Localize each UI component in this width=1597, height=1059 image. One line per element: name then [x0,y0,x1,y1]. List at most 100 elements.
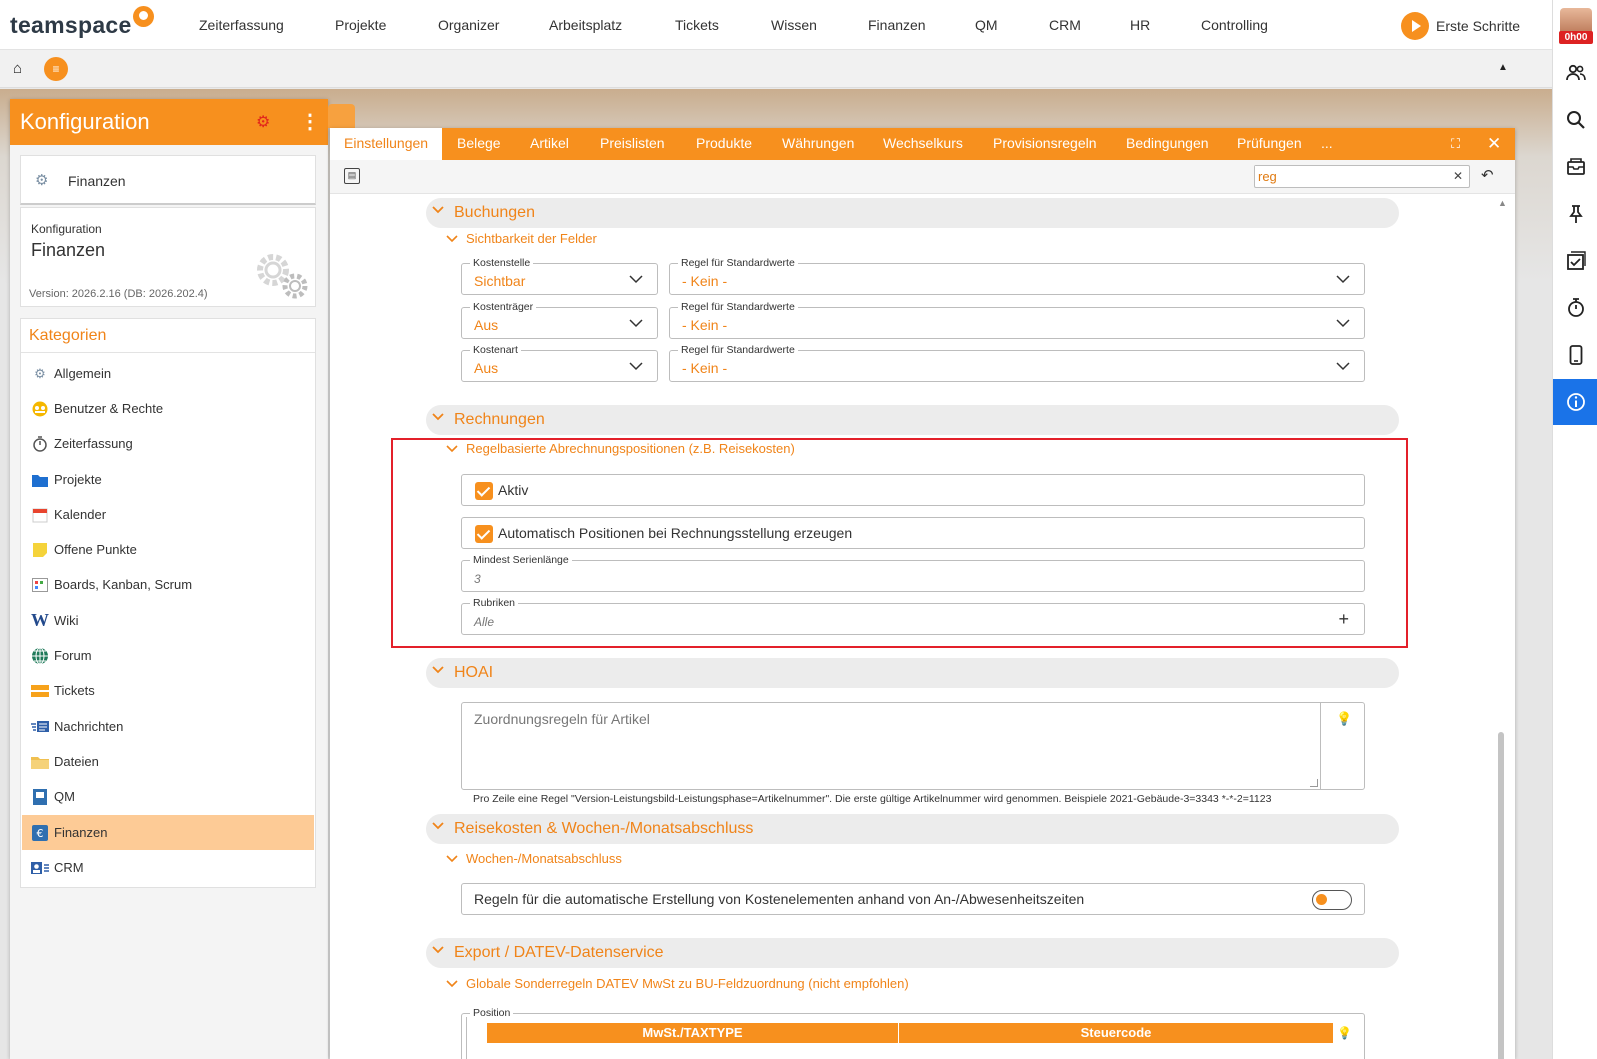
category-boards[interactable]: Boards, Kanban, Scrum [22,567,314,602]
tab-more[interactable]: ... [1321,128,1333,160]
auto-positionen-checkbox[interactable]: Automatisch Positionen bei Rechnungsstel… [461,517,1365,549]
category-zeiterfassung[interactable]: Zeiterfassung [22,426,314,461]
mindest-serienlaenge-field[interactable]: Mindest Serienlänge 3 [461,554,1365,592]
module-selector[interactable]: ⚙ Finanzen [20,155,316,205]
nav-crm[interactable]: CRM [1049,17,1081,33]
kostenart-regel-select[interactable]: Regel für Standardwerte - Kein - [669,344,1365,382]
kostentraeger-select[interactable]: Kostenträger Aus [461,301,658,339]
timer-badge: 0h00 [1559,31,1593,44]
add-icon[interactable]: + [1338,609,1349,630]
category-finanzen[interactable]: € Finanzen [22,815,314,850]
collapse-up-icon[interactable]: ▲ [1498,62,1508,73]
search-input[interactable] [1255,166,1435,186]
tab-belege[interactable]: Belege [457,128,501,160]
category-dateien[interactable]: Dateien [22,744,314,779]
kostenstelle-select[interactable]: Kostenstelle Sichtbar [461,257,658,295]
nav-controlling[interactable]: Controlling [1201,17,1268,33]
scrollbar-thumb[interactable] [1498,732,1504,1059]
background-window-tab[interactable] [328,104,355,128]
column-mwst-taxtype[interactable]: MwSt./TAXTYPE [487,1023,899,1043]
undo-icon[interactable]: ↶ [1481,166,1494,184]
nav-wissen[interactable]: Wissen [771,17,817,33]
tab-artikel[interactable]: Artikel [530,128,569,160]
right-sidebar: 0h00 [1552,0,1597,1059]
version-text: Version: 2026.2.16 (DB: 2026.202.4) [29,288,208,300]
home-icon[interactable]: ⌂ [13,60,22,77]
category-offene-punkte[interactable]: Offene Punkte [22,532,314,567]
tab-waehrungen[interactable]: Währungen [782,128,854,160]
users-icon[interactable] [1553,50,1597,96]
gears-icon: ⚙ [34,365,46,381]
category-wiki[interactable]: W Wiki [22,603,314,638]
zuordnungsregeln-textarea[interactable]: Zuordnungsregeln für Artikel 💡 [461,702,1365,790]
tab-pruefungen[interactable]: Prüfungen [1237,128,1302,160]
category-forum[interactable]: Forum [22,638,314,673]
menu-icon[interactable]: ≡ [44,57,68,81]
secondary-toolbar: ⌂ ≡ ▲ [0,50,1552,88]
search-icon[interactable] [1553,97,1597,143]
chevron-down-icon [432,206,444,214]
category-kalender[interactable]: Kalender [22,497,314,532]
info-icon[interactable] [1553,379,1597,425]
category-nachrichten[interactable]: Nachrichten [22,709,314,744]
section-buchungen[interactable]: Buchungen [426,198,1399,228]
kostenart-select[interactable]: Kostenart Aus [461,344,658,382]
tab-produkte[interactable]: Produkte [696,128,752,160]
tab-einstellungen[interactable]: Einstellungen [330,128,443,160]
close-icon[interactable]: ✕ [1487,134,1501,154]
lightbulb-icon[interactable]: 💡 [1336,711,1352,727]
search-field[interactable]: ✕ [1254,165,1470,188]
resize-handle[interactable] [1310,779,1318,787]
section-hoai[interactable]: HOAI [426,658,1399,688]
section-rechnungen[interactable]: Rechnungen [426,405,1399,435]
mobile-icon[interactable] [1553,332,1597,378]
folder-icon [31,472,49,488]
svg-text:€: € [37,827,44,840]
category-crm[interactable]: CRM [22,850,314,885]
config-module-title: Finanzen [31,240,106,260]
tab-wechselkurs[interactable]: Wechselkurs [883,128,963,160]
chevron-down-icon [446,445,458,453]
checkbox-checked-icon [475,525,493,543]
nav-arbeitsplatz[interactable]: Arbeitsplatz [549,17,622,33]
category-allgemein[interactable]: ⚙ Allgemein [22,356,314,391]
kostenelemente-toggle[interactable] [1312,890,1352,910]
kostentraeger-regel-select[interactable]: Regel für Standardwerte - Kein - [669,301,1365,339]
document-icon[interactable]: ▤ [344,168,360,184]
category-qm[interactable]: QM [22,779,314,814]
tab-bedingungen[interactable]: Bedingungen [1126,128,1209,160]
clear-icon[interactable]: ✕ [1453,169,1463,183]
nav-qm[interactable]: QM [975,17,998,33]
kostenstelle-regel-select[interactable]: Regel für Standardwerte - Kein - [669,257,1365,295]
category-benutzer-rechte[interactable]: Benutzer & Rechte [22,391,314,426]
nav-zeiterfassung[interactable]: Zeiterfassung [199,17,284,33]
tab-provisionsregeln[interactable]: Provisionsregeln [993,128,1097,160]
tab-preislisten[interactable]: Preislisten [600,128,665,160]
section-export-datev[interactable]: Export / DATEV-Datenservice [426,938,1399,968]
nav-organizer[interactable]: Organizer [438,17,499,33]
lightbulb-icon[interactable]: 💡 [1337,1026,1352,1040]
more-options-icon[interactable]: ⋮ [300,109,320,134]
kostenelemente-toggle-row: Regeln für die automatische Erstellung v… [461,883,1365,915]
maximize-icon[interactable]: ⛶ [1451,136,1460,152]
pin-icon[interactable] [1553,191,1597,237]
category-projekte[interactable]: Projekte [22,462,314,497]
checklist-icon[interactable] [1553,238,1597,284]
rubriken-field[interactable]: Rubriken Alle + [461,597,1365,635]
scroll-up-icon[interactable]: ▲ [1498,198,1507,208]
nav-hr[interactable]: HR [1130,17,1150,33]
erste-schritte-button[interactable]: Erste Schritte [1401,12,1520,40]
column-steuercode[interactable]: Steuercode [899,1023,1333,1043]
aktiv-checkbox[interactable]: Aktiv [461,474,1365,506]
teamspace-logo[interactable]: teamspace [10,6,154,39]
inbox-icon[interactable] [1553,144,1597,190]
logo-mark-icon [132,6,154,27]
nav-tickets[interactable]: Tickets [675,17,719,33]
nav-projekte[interactable]: Projekte [335,17,386,33]
section-reisekosten[interactable]: Reisekosten & Wochen-/Monatsabschluss [426,814,1399,844]
nav-finanzen[interactable]: Finanzen [868,17,926,33]
settings-alert-icon[interactable]: ⚙ [256,112,270,132]
stopwatch-icon[interactable] [1553,285,1597,331]
category-tickets[interactable]: Tickets [22,673,314,708]
chevron-down-icon [629,319,643,328]
